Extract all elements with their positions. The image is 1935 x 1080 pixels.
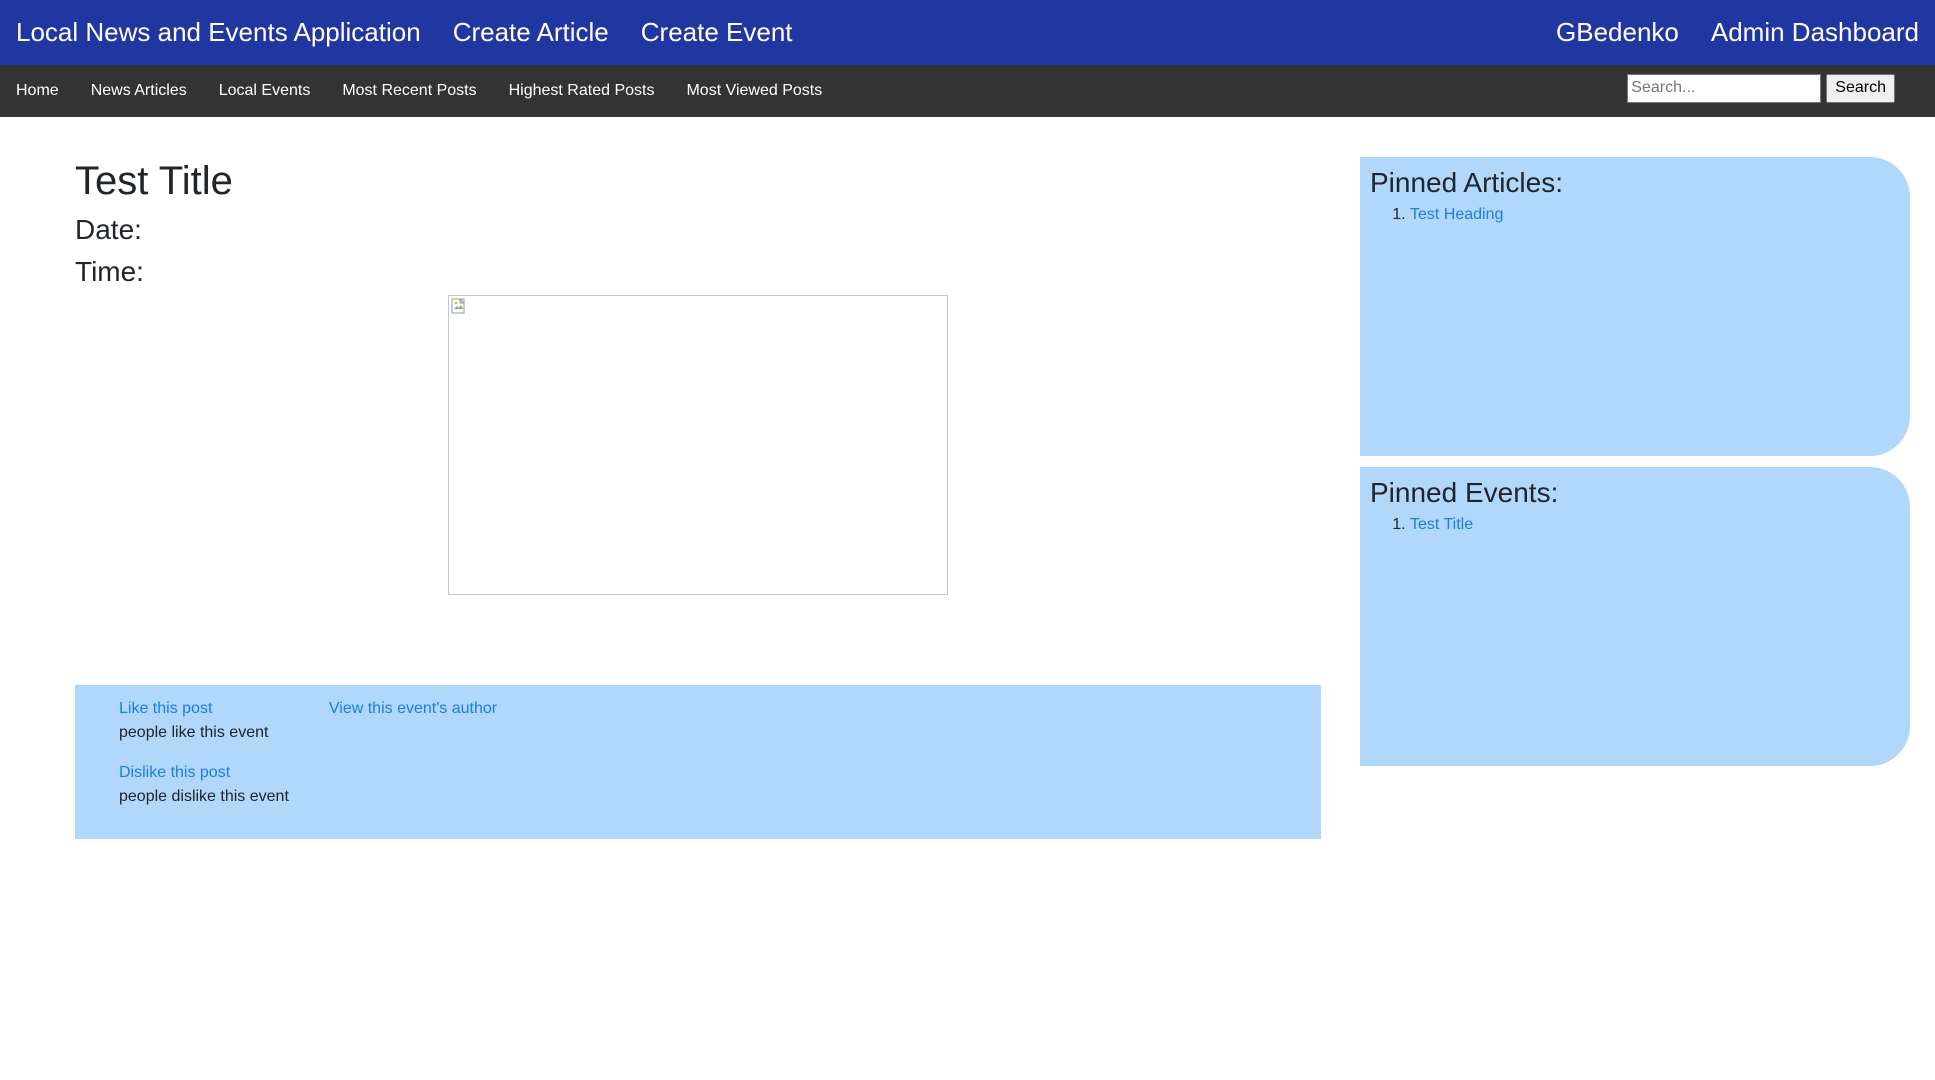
like-count-text: people like this event <box>119 724 269 741</box>
app-title-link[interactable]: Local News and Events Application <box>16 0 421 65</box>
search-form: Search <box>1627 73 1895 103</box>
user-profile-link[interactable]: GBedenko <box>1556 0 1679 65</box>
pinned-events-heading: Pinned Events: <box>1370 477 1559 508</box>
secondary-nav-links: Home News Articles Local Events Most Rec… <box>16 82 854 100</box>
nav-local-events[interactable]: Local Events <box>219 82 311 100</box>
admin-dashboard-link[interactable]: Admin Dashboard <box>1711 0 1919 65</box>
broken-image-icon <box>451 298 466 314</box>
event-detail: Test Title Date: Time: Like this post pe… <box>75 155 1321 839</box>
like-post-link[interactable]: Like this post <box>119 697 289 721</box>
pinned-articles-box: Pinned Articles: Test Heading <box>1360 157 1910 456</box>
create-article-link[interactable]: Create Article <box>453 0 609 65</box>
dislike-post-link[interactable]: Dislike this post <box>119 761 289 785</box>
event-title: Test Title <box>75 159 233 203</box>
pinned-article-link[interactable]: Test Heading <box>1410 206 1503 223</box>
event-time-label: Time: <box>75 256 144 287</box>
event-actions-panel: Like this post people like this event Di… <box>75 685 1321 839</box>
pinned-event-link[interactable]: Test Title <box>1410 516 1473 533</box>
pinned-events-list: Test Title <box>1370 513 1900 537</box>
pinned-articles-list: Test Heading <box>1370 203 1900 227</box>
nav-news-articles[interactable]: News Articles <box>91 82 187 100</box>
author-column: View this event's author <box>329 697 497 827</box>
dislike-count-text: people dislike this event <box>119 788 289 805</box>
create-event-link[interactable]: Create Event <box>641 0 793 65</box>
nav-highest-rated-posts[interactable]: Highest Rated Posts <box>509 82 655 100</box>
list-item: Test Heading <box>1410 203 1900 227</box>
pinned-events-box: Pinned Events: Test Title <box>1360 467 1910 766</box>
vote-column: Like this post people like this event Di… <box>119 697 289 827</box>
view-author-link[interactable]: View this event's author <box>329 697 497 721</box>
top-navbar-right: GBedenko Admin Dashboard <box>1556 0 1919 65</box>
event-date-label: Date: <box>75 214 142 245</box>
search-input[interactable] <box>1627 73 1822 103</box>
list-item: Test Title <box>1410 513 1900 537</box>
secondary-navbar: Home News Articles Local Events Most Rec… <box>0 65 1935 117</box>
nav-most-recent-posts[interactable]: Most Recent Posts <box>342 82 476 100</box>
pinned-sidebar: Pinned Articles: Test Heading Pinned Eve… <box>1360 157 1910 777</box>
nav-most-viewed-posts[interactable]: Most Viewed Posts <box>686 82 822 100</box>
top-navbar-left: Local News and Events Application Create… <box>16 0 825 65</box>
search-button[interactable]: Search <box>1826 73 1895 103</box>
event-image <box>448 295 948 595</box>
nav-home[interactable]: Home <box>16 82 59 100</box>
pinned-articles-heading: Pinned Articles: <box>1370 167 1563 198</box>
top-navbar: Local News and Events Application Create… <box>0 0 1935 65</box>
